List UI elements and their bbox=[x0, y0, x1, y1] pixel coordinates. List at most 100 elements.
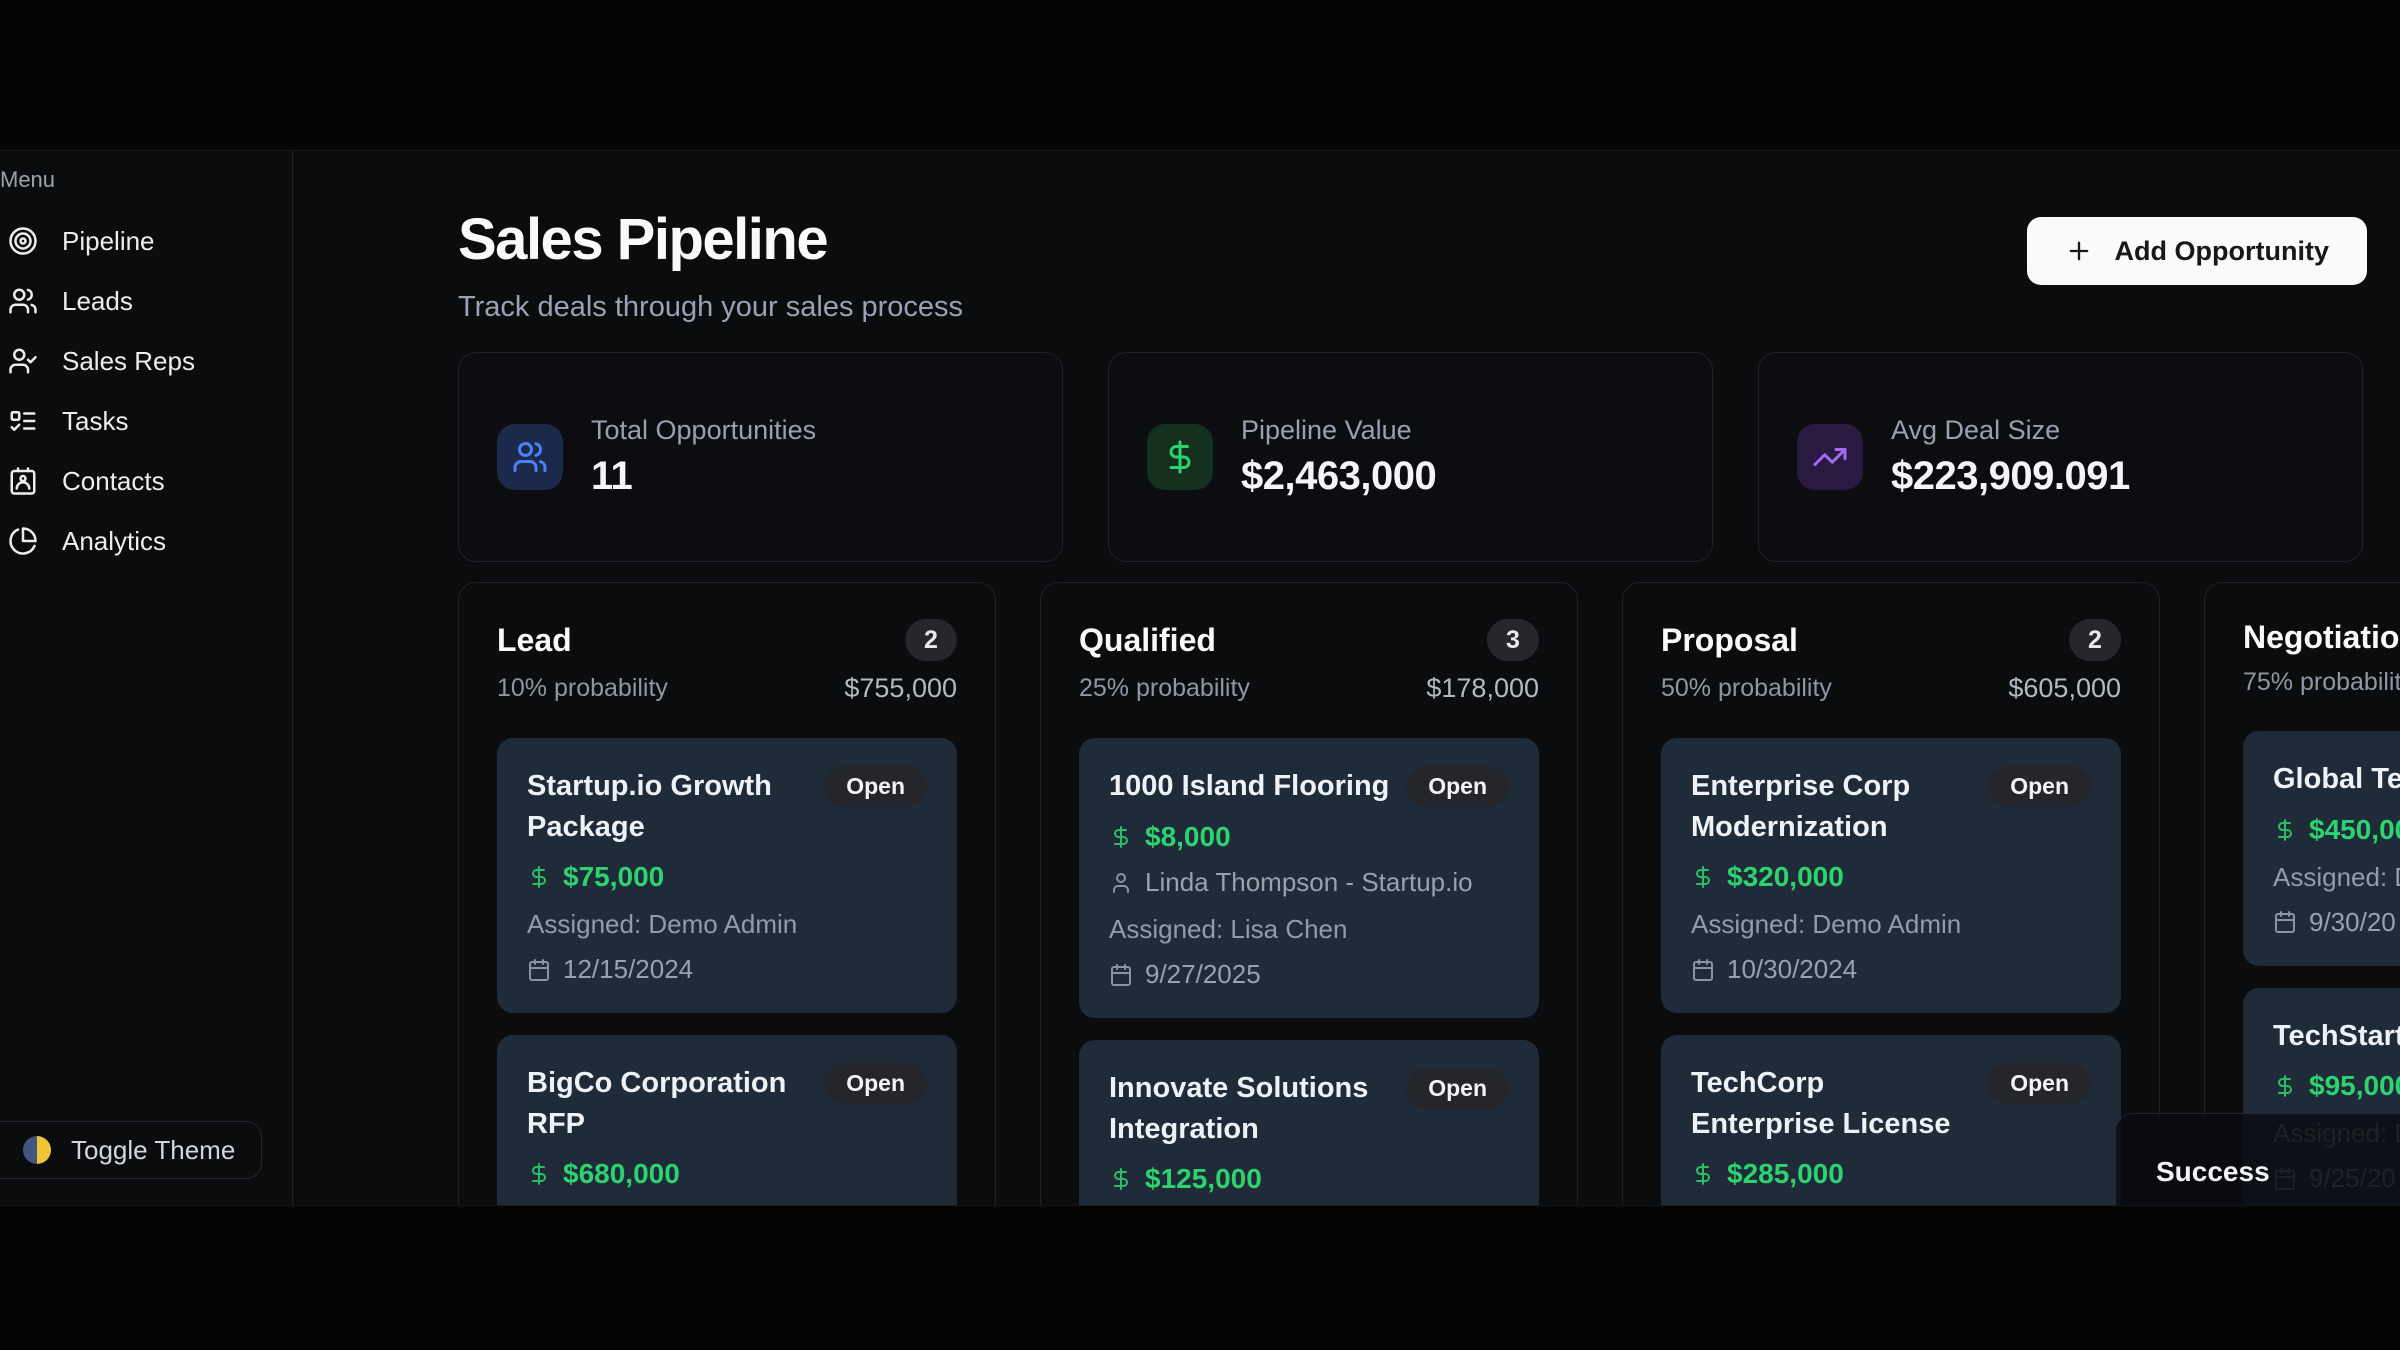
deal-date: 12/15/2024 bbox=[563, 954, 693, 985]
kanban-board: Lead 2 10% probability $755,000 Startup.… bbox=[458, 582, 2367, 1206]
dollar-sign-icon bbox=[527, 865, 551, 889]
sidebar-nav: Pipeline Leads Sales Reps Tasks Contacts… bbox=[0, 211, 292, 571]
sidebar-item-label: Analytics bbox=[62, 526, 166, 557]
sidebar-item-analytics[interactable]: Analytics bbox=[0, 511, 292, 571]
app-window: Menu Pipeline Leads Sales Reps Tasks Con… bbox=[0, 150, 2400, 1206]
dollar-sign-icon bbox=[1109, 825, 1133, 849]
status-badge: Open bbox=[1988, 1063, 2091, 1104]
dollar-sign-icon bbox=[1147, 424, 1213, 490]
sidebar-item-tasks[interactable]: Tasks bbox=[0, 391, 292, 451]
deal-contact: Linda Thompson - Startup.io bbox=[1145, 867, 1473, 898]
dollar-sign-icon bbox=[1109, 1167, 1133, 1191]
stat-value: $2,463,000 bbox=[1241, 454, 1436, 499]
deal-value: $285,000 bbox=[1727, 1158, 1844, 1190]
deal-card[interactable]: BigCo Corporation RFP Open $680,000 Assi… bbox=[497, 1035, 957, 1206]
deal-value: $680,000 bbox=[563, 1158, 680, 1190]
user-check-icon bbox=[8, 346, 38, 376]
main-content: Sales Pipeline Track deals through your … bbox=[293, 151, 2400, 1205]
deal-title: Startup.io Growth Package bbox=[527, 766, 810, 847]
deal-title: BigCo Corporation RFP bbox=[527, 1063, 810, 1144]
sidebar-item-sales-reps[interactable]: Sales Reps bbox=[0, 331, 292, 391]
toast-title: Success bbox=[2156, 1156, 2400, 1188]
deal-assigned: Assigned: Demo Admin bbox=[527, 909, 927, 940]
trending-up-icon bbox=[1797, 424, 1863, 490]
toggle-theme-label: Toggle Theme bbox=[71, 1135, 235, 1166]
stat-label: Avg Deal Size bbox=[1891, 415, 2130, 446]
deal-value: $450,00 bbox=[2309, 814, 2400, 846]
stat-value: 11 bbox=[591, 454, 816, 499]
deal-assigned: Assigned: Lisa Chen bbox=[1109, 914, 1509, 945]
column-lead: Lead 2 10% probability $755,000 Startup.… bbox=[458, 582, 996, 1206]
column-title: Qualified bbox=[1079, 622, 1216, 659]
dollar-sign-icon bbox=[2273, 1074, 2297, 1098]
list-todo-icon bbox=[8, 406, 38, 436]
sidebar-item-label: Sales Reps bbox=[62, 346, 195, 377]
dollar-sign-icon bbox=[2273, 818, 2297, 842]
deal-card[interactable]: Global Te $450,00 Assigned: D 9/30/20 bbox=[2243, 731, 2400, 966]
deal-value: $95,000 bbox=[2309, 1070, 2400, 1102]
status-badge: Open bbox=[1406, 766, 1509, 807]
column-count-badge: 3 bbox=[1487, 619, 1539, 661]
toggle-theme-button[interactable]: Toggle Theme bbox=[0, 1121, 262, 1179]
add-opportunity-label: Add Opportunity bbox=[2115, 236, 2329, 267]
deal-card[interactable]: Enterprise Corp Modernization Open $320,… bbox=[1661, 738, 2121, 1013]
stat-value: $223,909.091 bbox=[1891, 454, 2130, 499]
deal-card[interactable]: Innovate Solutions Integration Open $125… bbox=[1079, 1040, 1539, 1206]
deal-date: 9/30/20 bbox=[2309, 907, 2396, 938]
status-badge: Open bbox=[1988, 766, 2091, 807]
users-icon bbox=[497, 424, 563, 490]
sidebar-item-label: Tasks bbox=[62, 406, 128, 437]
add-opportunity-button[interactable]: Add Opportunity bbox=[2027, 217, 2367, 285]
contact-card-icon bbox=[8, 466, 38, 496]
column-title: Lead bbox=[497, 622, 572, 659]
deal-date: 9/27/2025 bbox=[1145, 959, 1261, 990]
calendar-icon bbox=[1109, 963, 1133, 987]
column-proposal: Proposal 2 50% probability $605,000 Ente… bbox=[1622, 582, 2160, 1206]
deal-title: Global Te bbox=[2273, 759, 2400, 800]
column-total: $755,000 bbox=[844, 673, 957, 704]
pie-chart-icon bbox=[8, 526, 38, 556]
page-subtitle: Track deals through your sales process bbox=[458, 291, 2367, 324]
stats-row: Total Opportunities 11 Pipeline Value $2… bbox=[458, 352, 2367, 562]
deal-card[interactable]: TechCorp Enterprise License Open $285,00… bbox=[1661, 1035, 2121, 1206]
deal-value: $75,000 bbox=[563, 861, 664, 893]
column-probability: 50% probability bbox=[1661, 674, 1832, 703]
deal-date: 10/30/2024 bbox=[1727, 954, 1857, 985]
column-count-badge: 2 bbox=[905, 619, 957, 661]
column-title: Negotiation bbox=[2243, 619, 2400, 656]
plus-icon bbox=[2065, 237, 2093, 265]
calendar-icon bbox=[2273, 910, 2297, 934]
calendar-icon bbox=[1691, 958, 1715, 982]
sidebar-item-contacts[interactable]: Contacts bbox=[0, 451, 292, 511]
dollar-sign-icon bbox=[1691, 1162, 1715, 1186]
stat-pipeline-value: Pipeline Value $2,463,000 bbox=[1108, 352, 1713, 562]
dollar-sign-icon bbox=[1691, 865, 1715, 889]
sidebar-item-leads[interactable]: Leads bbox=[0, 271, 292, 331]
deal-value: $320,000 bbox=[1727, 861, 1844, 893]
deal-card[interactable]: Startup.io Growth Package Open $75,000 A… bbox=[497, 738, 957, 1013]
target-icon bbox=[8, 226, 38, 256]
dollar-sign-icon bbox=[527, 1162, 551, 1186]
deal-assigned: Assigned: D bbox=[2273, 862, 2400, 893]
deal-title: 1000 Island Flooring bbox=[1109, 766, 1389, 807]
column-qualified: Qualified 3 25% probability $178,000 100… bbox=[1040, 582, 1578, 1206]
stat-total-opportunities: Total Opportunities 11 bbox=[458, 352, 1063, 562]
column-probability: 75% probability bbox=[2243, 668, 2400, 697]
column-total: $605,000 bbox=[2008, 673, 2121, 704]
column-probability: 25% probability bbox=[1079, 674, 1250, 703]
sidebar-item-label: Pipeline bbox=[62, 226, 155, 257]
status-badge: Open bbox=[824, 1063, 927, 1104]
deal-title: Innovate Solutions Integration bbox=[1109, 1068, 1392, 1149]
column-probability: 10% probability bbox=[497, 674, 668, 703]
status-badge: Open bbox=[824, 766, 927, 807]
users-icon bbox=[8, 286, 38, 316]
column-total: $178,000 bbox=[1426, 673, 1539, 704]
column-title: Proposal bbox=[1661, 622, 1798, 659]
calendar-icon bbox=[527, 958, 551, 982]
deal-card[interactable]: 1000 Island Flooring Open $8,000 Linda T… bbox=[1079, 738, 1539, 1018]
menu-label: Menu bbox=[0, 167, 292, 193]
success-toast: Success bbox=[2115, 1113, 2400, 1206]
deal-value: $125,000 bbox=[1145, 1163, 1262, 1195]
sidebar-item-pipeline[interactable]: Pipeline bbox=[0, 211, 292, 271]
stat-label: Total Opportunities bbox=[591, 415, 816, 446]
